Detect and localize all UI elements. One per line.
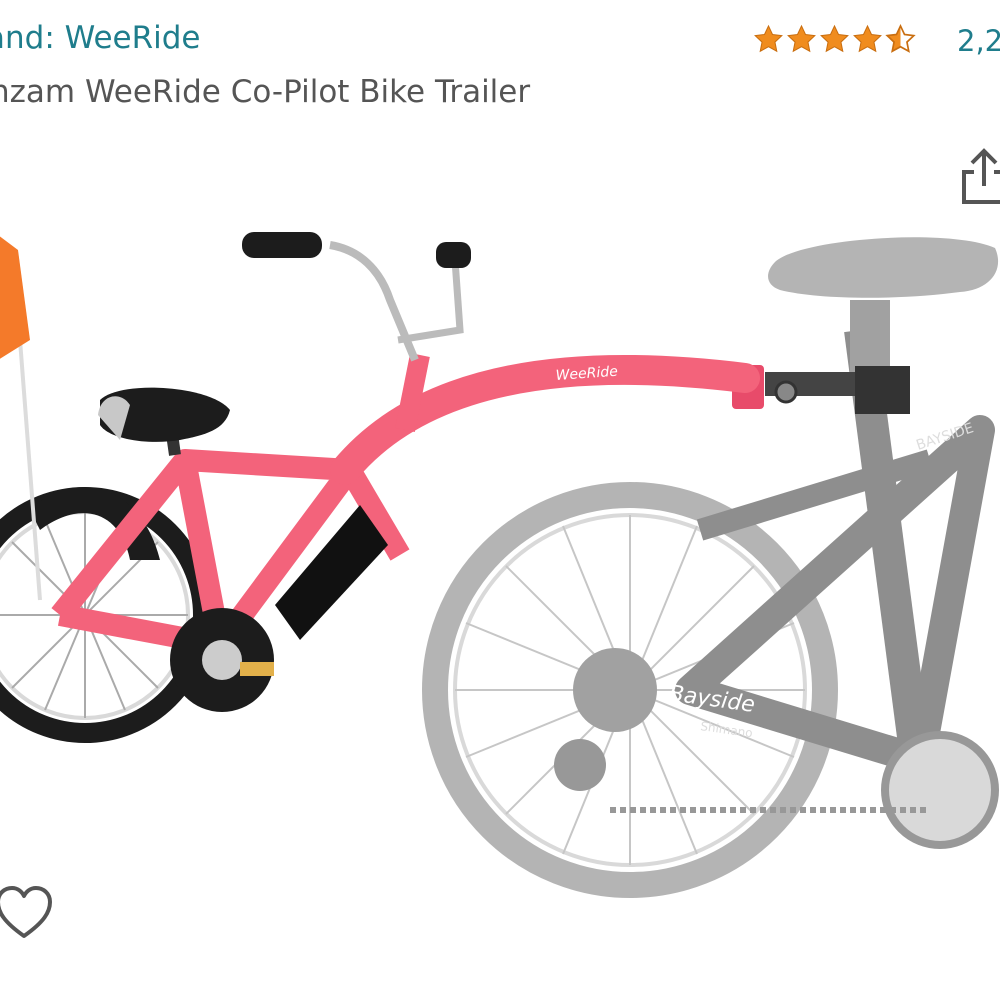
star-rating[interactable] [753,24,916,55]
adult-bike [422,237,999,898]
product-image[interactable]: Bayside BAYSIDE Shimano WeeRide [0,150,1000,930]
adult-bike-brand: Bayside [667,681,756,718]
star-half-icon [885,24,916,53]
star-full-icon [820,24,849,53]
rating-count-link[interactable]: 2,2 [957,24,1000,58]
star-full-icon [754,24,783,53]
product-title: nzam WeeRide Co-Pilot Bike Trailer [0,74,531,110]
star-full-icon [787,24,816,53]
brand-link[interactable]: and: WeeRide [0,20,201,56]
star-full-icon [853,24,882,53]
wishlist-heart-icon[interactable] [0,884,54,942]
